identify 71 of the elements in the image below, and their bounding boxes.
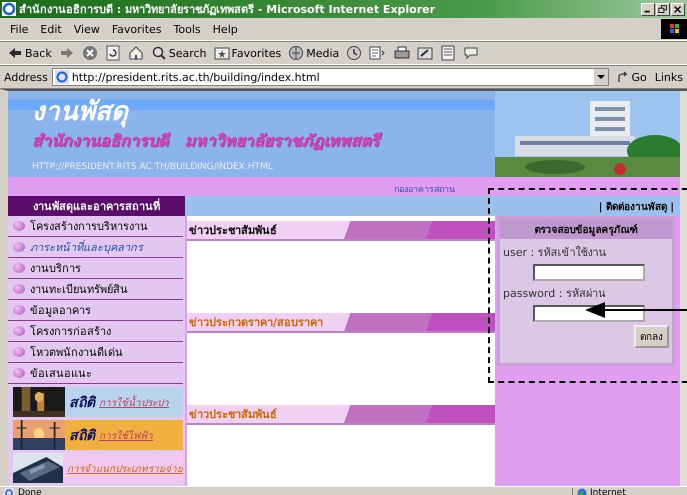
address-field[interactable]: http://president.rits.ac.th/building/index.html xyxy=(52,68,610,86)
messenger-icon xyxy=(463,45,480,61)
home-icon xyxy=(128,45,144,61)
banner-link[interactable]: สถิติ การใช้น้ำประปา xyxy=(13,387,183,417)
sidebar-item[interactable]: โหวตพนักงานดีเด่น xyxy=(8,342,183,363)
search-icon xyxy=(150,45,167,61)
site-subtitle: สำนักงานอธิการบดี มหาวิทยาลัยราชภัฏเทพสตรี xyxy=(32,130,383,152)
mail-icon xyxy=(369,45,388,61)
discuss-icon xyxy=(440,45,456,61)
menu-item[interactable]: Edit xyxy=(34,22,68,36)
dropdown-icon[interactable] xyxy=(594,69,608,85)
media-icon xyxy=(288,45,304,61)
bullet-icon xyxy=(13,326,25,336)
browser-icon xyxy=(2,2,16,16)
edit-icon xyxy=(417,45,434,61)
scrollbar[interactable] xyxy=(680,91,687,486)
menu-item[interactable]: File xyxy=(4,22,34,36)
restore-icon[interactable] xyxy=(656,2,670,16)
bullet-icon xyxy=(13,242,25,252)
section-title: ข่าวประกวดราคา/สอบราคา xyxy=(189,315,324,331)
favorites-icon xyxy=(214,45,230,61)
site-url: HTTP://PRESIDENT.RITS.AC.TH/BUILDING/INDEX.HTML xyxy=(32,162,274,172)
minimize-icon[interactable] xyxy=(641,2,655,16)
menu-item[interactable]: Tools xyxy=(168,22,207,36)
menu-item[interactable]: Favorites xyxy=(106,22,168,36)
sidebar-item[interactable]: ภาระหน้าที่และบุคลากร xyxy=(8,237,183,258)
bullet-icon xyxy=(13,368,25,378)
zone-text: Internet xyxy=(590,488,626,495)
back-icon xyxy=(7,45,23,61)
field-label: user : รหัสเข้าใช้งาน xyxy=(503,245,608,261)
page-icon xyxy=(4,488,14,495)
bullet-icon xyxy=(13,263,25,273)
menu-item[interactable]: View xyxy=(68,22,106,36)
bullet-icon xyxy=(13,284,25,294)
sidebar-item[interactable]: โครงสร้างการบริหารงาน xyxy=(8,216,183,237)
sidebar-item[interactable]: งานทะเบียนทรัพย์สิน xyxy=(8,279,183,300)
search-button[interactable]: Search xyxy=(150,45,208,61)
sidebar-item[interactable]: ข้อมูลอาคาร xyxy=(8,300,183,321)
section-title: ข่าวประชาสัมพันธ์ xyxy=(189,223,277,239)
arrow-icon xyxy=(617,71,630,83)
input-field[interactable] xyxy=(533,264,645,281)
sidebar-item[interactable]: โครงการก่อสร้าง xyxy=(8,321,183,342)
stop-icon xyxy=(82,45,98,61)
print-icon xyxy=(394,45,410,61)
submit-button[interactable]: ตกลง xyxy=(634,325,669,348)
bullet-icon xyxy=(13,305,25,315)
field-label: password : รหัสผ่าน xyxy=(503,286,607,302)
bullet-icon xyxy=(13,347,25,357)
sidebar-item[interactable]: งานบริการ xyxy=(8,258,183,279)
sidebar-item[interactable]: ข้อเสนอแนะ xyxy=(8,363,183,384)
sidebar-heading: งานพัสดุและอาคารสถานที่ xyxy=(8,196,185,216)
address-label: Address xyxy=(4,70,48,84)
section-title: ข่าวประชาสัมพันธ์ xyxy=(189,407,277,423)
bullet-icon xyxy=(13,221,25,231)
menu-item[interactable]: Help xyxy=(206,22,244,36)
site-title: งานพัสดุ xyxy=(32,97,130,127)
panel-title: ตรวจสอบข้อมูลครุภัณฑ์ xyxy=(500,219,672,239)
favorites-button[interactable]: Favorites xyxy=(212,45,282,61)
history-icon xyxy=(346,45,362,61)
refresh-icon xyxy=(104,45,121,61)
banner-link[interactable]: สถิติ การใช้ไฟฟ้า xyxy=(13,420,183,450)
forward-icon xyxy=(58,45,75,61)
status-text: Done xyxy=(18,488,43,495)
globe-icon xyxy=(577,488,587,495)
links-button[interactable]: Links xyxy=(654,70,683,84)
page-icon xyxy=(54,70,69,84)
go-button[interactable]: Go xyxy=(613,70,651,84)
window-title: สำนักงานอธิการบดี : มหาวิทยาลัยราชภัฏเทพสตรี - Microsoft Internet Explorer xyxy=(19,2,436,18)
media-button[interactable]: Media xyxy=(287,45,340,61)
back-button[interactable]: Back xyxy=(6,45,53,61)
close-icon[interactable] xyxy=(671,2,685,16)
